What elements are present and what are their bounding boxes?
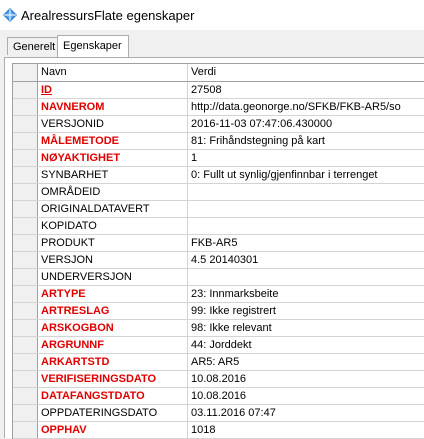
table-row[interactable]: VERSJON 4.5 20140301: [13, 252, 424, 269]
table-row[interactable]: ARTRESLAG 99: Ikke registrert: [13, 303, 424, 320]
property-name: DATAFANGSTDATO: [38, 388, 188, 404]
tab-strip: Generelt Egenskaper: [0, 30, 424, 58]
row-selector[interactable]: [13, 388, 38, 404]
properties-panel: Navn Verdi ID 27508 NAVNEROM http://data.ge…: [4, 57, 424, 439]
property-name: VERIFISERINGSDATO: [38, 371, 188, 387]
title-bar: ArealressursFlate egenskaper: [0, 0, 424, 30]
property-name: MÅLEMETODE: [38, 133, 188, 149]
row-selector[interactable]: [13, 133, 38, 149]
property-name: OMRÅDEID: [38, 184, 188, 200]
properties-grid: Navn Verdi ID 27508 NAVNEROM http://data.ge…: [12, 63, 424, 439]
property-value[interactable]: 23: Innmarksbeite: [188, 286, 424, 302]
property-value[interactable]: [188, 218, 424, 234]
property-value[interactable]: 10.08.2016: [188, 388, 424, 404]
property-value[interactable]: 44: Jorddekt: [188, 337, 424, 353]
table-row[interactable]: ARSKOGBON 98: Ikke relevant: [13, 320, 424, 337]
property-name: VERSJON: [38, 252, 188, 268]
property-name: OPPHAV: [38, 422, 188, 438]
table-row[interactable]: VERIFISERINGSDATO 10.08.2016: [13, 371, 424, 388]
property-name: ORIGINALDATAVERT: [38, 201, 188, 217]
property-value[interactable]: 1018: [188, 422, 424, 438]
table-row[interactable]: ARGRUNNF 44: Jorddekt: [13, 337, 424, 354]
property-name: ARSKOGBON: [38, 320, 188, 336]
row-selector[interactable]: [13, 184, 38, 200]
tab-egenskaper[interactable]: Egenskaper: [57, 35, 129, 57]
table-row[interactable]: ARKARTSTD AR5: AR5: [13, 354, 424, 371]
row-selector[interactable]: [13, 371, 38, 387]
property-value[interactable]: 99: Ikke registrert: [188, 303, 424, 319]
property-value[interactable]: 2016-11-03 07:47:06.430000: [188, 116, 424, 132]
property-name: KOPIDATO: [38, 218, 188, 234]
table-row[interactable]: ID 27508: [13, 82, 424, 99]
table-row[interactable]: MÅLEMETODE 81: Frihåndstegning på kart: [13, 133, 424, 150]
table-row[interactable]: UNDERVERSJON: [13, 269, 424, 286]
row-selector[interactable]: [13, 405, 38, 421]
grid-header-row: Navn Verdi: [13, 64, 424, 82]
property-name: SYNBARHET: [38, 167, 188, 183]
property-value[interactable]: http://data.geonorge.no/SFKB/FKB-AR5/so: [188, 99, 424, 115]
table-row[interactable]: NAVNEROM http://data.geonorge.no/SFKB/FKB…: [13, 99, 424, 116]
row-selector[interactable]: [13, 252, 38, 268]
column-header-value[interactable]: Verdi: [188, 64, 424, 81]
row-selector[interactable]: [13, 116, 38, 132]
property-name: VERSJONID: [38, 116, 188, 132]
row-selector[interactable]: [13, 201, 38, 217]
property-value[interactable]: 4.5 20140301: [188, 252, 424, 268]
table-row[interactable]: NØYAKTIGHET 1: [13, 150, 424, 167]
table-row[interactable]: KOPIDATO: [13, 218, 424, 235]
tab-generelt[interactable]: Generelt: [7, 37, 58, 55]
property-value[interactable]: 03.11.2016 07:47: [188, 405, 424, 421]
property-value[interactable]: [188, 269, 424, 285]
table-row[interactable]: ORIGINALDATAVERT: [13, 201, 424, 218]
property-name: PRODUKT: [38, 235, 188, 251]
window-title: ArealressursFlate egenskaper: [21, 7, 195, 23]
property-value[interactable]: FKB-AR5: [188, 235, 424, 251]
row-selector[interactable]: [13, 167, 38, 183]
table-row[interactable]: ARTYPE 23: Innmarksbeite: [13, 286, 424, 303]
row-selector-header: [13, 64, 38, 81]
row-selector[interactable]: [13, 354, 38, 370]
property-value[interactable]: AR5: AR5: [188, 354, 424, 370]
row-selector[interactable]: [13, 422, 38, 438]
property-value[interactable]: [188, 184, 424, 200]
table-row[interactable]: VERSJONID 2016-11-03 07:47:06.430000: [13, 116, 424, 133]
property-value[interactable]: [188, 201, 424, 217]
row-selector[interactable]: [13, 235, 38, 251]
table-row[interactable]: SYNBARHET 0: Fullt ut synlig/gjenfinnbar …: [13, 167, 424, 184]
row-selector[interactable]: [13, 286, 38, 302]
property-value[interactable]: 0: Fullt ut synlig/gjenfinnbar i terreng…: [188, 167, 424, 183]
property-name: ARTYPE: [38, 286, 188, 302]
row-selector[interactable]: [13, 150, 38, 166]
row-selector[interactable]: [13, 320, 38, 336]
row-selector[interactable]: [13, 82, 38, 98]
row-selector[interactable]: [13, 218, 38, 234]
diamond-app-icon: [3, 8, 17, 22]
table-row[interactable]: PRODUKT FKB-AR5: [13, 235, 424, 252]
property-value[interactable]: 1: [188, 150, 424, 166]
property-value[interactable]: 27508: [188, 82, 424, 98]
property-name: OPPDATERINGSDATO: [38, 405, 188, 421]
row-selector[interactable]: [13, 99, 38, 115]
property-value[interactable]: 98: Ikke relevant: [188, 320, 424, 336]
property-value[interactable]: 10.08.2016: [188, 371, 424, 387]
property-name: ARGRUNNF: [38, 337, 188, 353]
row-selector[interactable]: [13, 303, 38, 319]
property-name: ARTRESLAG: [38, 303, 188, 319]
property-name: NAVNEROM: [38, 99, 188, 115]
property-name: NØYAKTIGHET: [38, 150, 188, 166]
table-row[interactable]: OMRÅDEID: [13, 184, 424, 201]
table-row[interactable]: OPPDATERINGSDATO 03.11.2016 07:47: [13, 405, 424, 422]
property-value[interactable]: 81: Frihåndstegning på kart: [188, 133, 424, 149]
property-name: ARKARTSTD: [38, 354, 188, 370]
column-header-name[interactable]: Navn: [38, 64, 188, 81]
property-name: ID: [38, 82, 188, 98]
property-name: UNDERVERSJON: [38, 269, 188, 285]
row-selector[interactable]: [13, 337, 38, 353]
table-row[interactable]: OPPHAV 1018: [13, 422, 424, 439]
row-selector[interactable]: [13, 269, 38, 285]
table-row[interactable]: DATAFANGSTDATO 10.08.2016: [13, 388, 424, 405]
